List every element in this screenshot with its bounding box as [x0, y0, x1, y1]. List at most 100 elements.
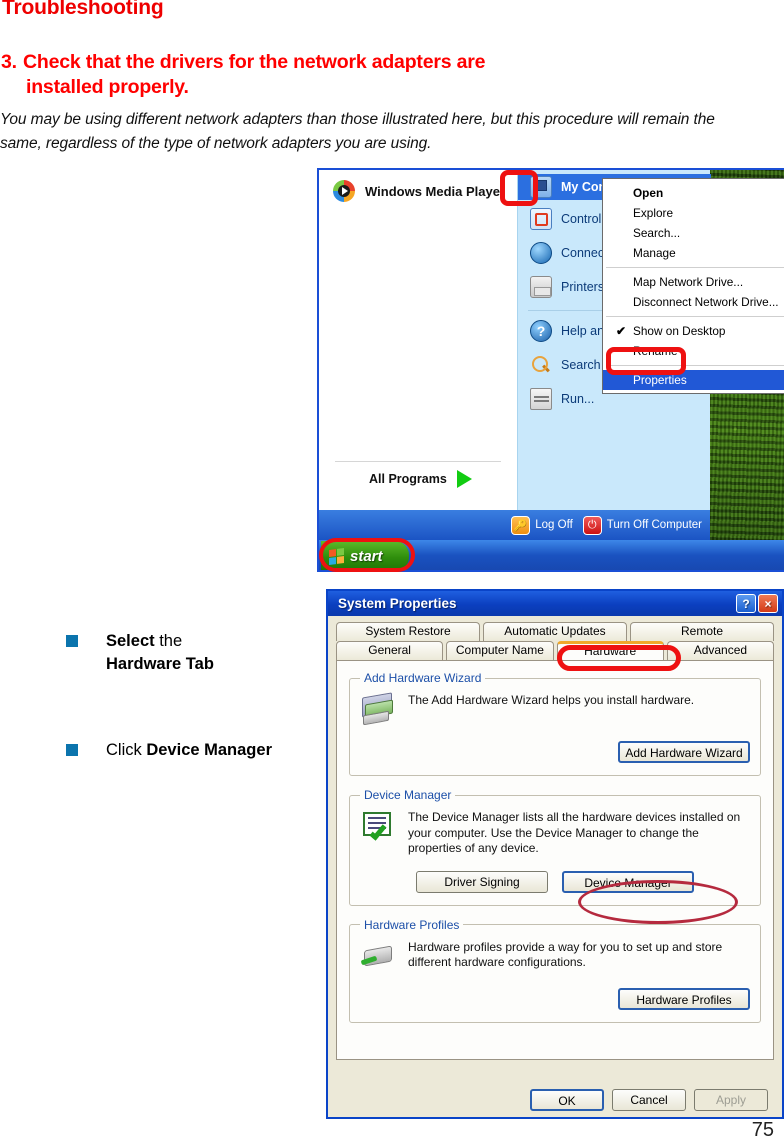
group-legend-device-manager: Device Manager [364, 788, 452, 802]
start-menu-item-search[interactable]: Search [530, 354, 601, 376]
group-legend-add-hardware-wizard: Add Hardware Wizard [364, 671, 482, 685]
chevron-right-icon [456, 470, 472, 488]
context-menu-item-rename[interactable]: Rename [603, 341, 784, 361]
step-title-line2: installed properly. [26, 76, 189, 98]
all-programs-label: All Programs [369, 472, 447, 486]
group-content: The Device Manager lists all the hardwar… [360, 810, 750, 857]
instruction-text-2: Click Device Manager [106, 739, 311, 762]
tab-advanced[interactable]: Advanced [666, 641, 774, 660]
tab-general[interactable]: General [336, 641, 444, 660]
divider [606, 267, 784, 268]
instruction-text-1: Select the Hardware Tab [106, 630, 311, 676]
context-menu-item-manage[interactable]: Manage [603, 243, 784, 263]
hardware-profiles-button[interactable]: Hardware Profiles [618, 987, 750, 1010]
instruction-2-target: Device Manager [146, 741, 272, 759]
my-computer-icon [530, 176, 552, 198]
apply-button: Apply [694, 1089, 768, 1111]
list-item: Select the Hardware Tab [66, 630, 311, 676]
log-off-button[interactable]: 🔑 Log Off [511, 515, 573, 535]
power-icon: ⏻ [582, 515, 602, 535]
start-menu-item-run[interactable]: Run... [530, 388, 594, 410]
divider [335, 461, 501, 462]
window-title-bar: System Properties ? × [328, 591, 782, 616]
tab-system-restore[interactable]: System Restore [336, 622, 480, 641]
instruction-1-keyword: Select [106, 632, 155, 650]
step-title-line1: Check that the drivers for the network a… [23, 51, 486, 73]
divider [606, 316, 784, 317]
add-hardware-icon [360, 692, 398, 727]
group-text-device-manager: The Device Manager lists all the hardwar… [408, 810, 741, 855]
group-add-hardware-wizard: Add Hardware Wizard The Add Hardware Wiz… [349, 671, 761, 776]
run-icon [530, 388, 552, 410]
context-menu-item-disconnect-network-drive[interactable]: Disconnect Network Drive... [603, 292, 784, 312]
checkmark-icon: ✔ [616, 324, 626, 338]
tab-remote[interactable]: Remote [630, 622, 774, 641]
start-menu-screenshot: Windows Media Player All Programs My Com… [317, 168, 784, 572]
page-number: 75 [751, 1119, 774, 1141]
windows-media-player-label: Windows Media Player [365, 183, 506, 199]
windows-flag-icon [329, 547, 344, 565]
tab-strip-row-1: System Restore Automatic Updates Remote [334, 622, 776, 641]
dialog-body: System Restore Automatic Updates Remote … [328, 616, 782, 1060]
start-button[interactable]: start [321, 541, 409, 570]
step-number: 3. [1, 51, 17, 73]
bullet-square-icon [66, 744, 78, 756]
all-programs-button[interactable]: All Programs [369, 470, 472, 488]
device-manager-button[interactable]: Device Manager [562, 870, 694, 893]
context-menu-item-show-on-desktop[interactable]: ✔ Show on Desktop [603, 321, 784, 341]
start-menu-footer: 🔑 Log Off ⏻ Turn Off Computer [319, 510, 710, 540]
cancel-button[interactable]: Cancel [612, 1089, 686, 1111]
ok-button[interactable]: OK [530, 1089, 604, 1111]
tab-computer-name[interactable]: Computer Name [446, 641, 554, 660]
instruction-1-target: Hardware Tab [106, 655, 214, 673]
divider [606, 365, 784, 366]
list-item: Click Device Manager [66, 739, 311, 762]
instruction-1-middle: the [154, 632, 183, 650]
printers-icon [530, 276, 552, 298]
tab-automatic-updates[interactable]: Automatic Updates [483, 622, 627, 641]
context-menu-item-search[interactable]: Search... [603, 223, 784, 243]
context-menu-item-explore[interactable]: Explore [603, 203, 784, 223]
turn-off-computer-button[interactable]: ⏻ Turn Off Computer [582, 515, 702, 535]
connect-to-icon [530, 242, 552, 264]
windows-media-player-icon [333, 180, 355, 202]
bullet-square-icon [66, 635, 78, 647]
turn-off-label: Turn Off Computer [606, 519, 702, 531]
group-buttons: Add Hardware Wizard [360, 741, 750, 763]
group-content: The Add Hardware Wizard helps you instal… [360, 692, 750, 727]
group-buttons: Hardware Profiles [360, 987, 750, 1010]
log-off-label: Log Off [535, 519, 573, 531]
start-menu-left-column: Windows Media Player All Programs [319, 170, 517, 510]
search-icon [530, 354, 552, 376]
instruction-list: Select the Hardware Tab Click Device Man… [66, 630, 311, 762]
intro-paragraph: You may be using different network adapt… [0, 111, 715, 152]
my-computer-context-menu: Open Explore Search... Manage Map Networ… [602, 178, 784, 394]
add-hardware-wizard-button[interactable]: Add Hardware Wizard [618, 741, 750, 763]
context-menu-item-properties[interactable]: Properties [603, 370, 784, 390]
show-on-desktop-label: Show on Desktop [633, 324, 726, 338]
page-title: Troubleshooting [2, 0, 164, 19]
hardware-profiles-icon [360, 940, 398, 974]
start-menu-panel: Windows Media Player All Programs My Com… [319, 170, 784, 540]
group-text-hardware-profiles: Hardware profiles provide a way for you … [408, 939, 723, 970]
close-icon[interactable]: × [758, 594, 778, 613]
context-menu-item-open[interactable]: Open [603, 183, 784, 203]
dialog-footer: OK Cancel Apply [328, 1089, 782, 1111]
window-title: System Properties [338, 596, 457, 611]
hardware-tab-panel: Add Hardware Wizard The Add Hardware Wiz… [336, 660, 774, 1060]
start-button-label: start [350, 547, 383, 565]
context-menu-item-map-network-drive[interactable]: Map Network Drive... [603, 272, 784, 292]
run-label: Run... [561, 392, 595, 406]
device-manager-icon [360, 810, 398, 844]
help-button[interactable]: ? [736, 594, 756, 613]
group-content: Hardware profiles provide a way for you … [360, 940, 750, 974]
tab-hardware[interactable]: Hardware [556, 641, 664, 660]
group-device-manager: Device Manager The Device Manager lists … [349, 788, 761, 906]
tab-strip-row-2: General Computer Name Hardware Advanced [334, 641, 776, 660]
group-legend-hardware-profiles: Hardware Profiles [364, 917, 460, 932]
key-icon: 🔑 [511, 515, 531, 535]
instruction-2-lead: Click [106, 741, 147, 759]
start-menu-item-windows-media-player[interactable]: Windows Media Player [333, 180, 505, 202]
system-properties-screenshot: System Properties ? × System Restore Aut… [326, 589, 784, 1119]
driver-signing-button[interactable]: Driver Signing [416, 870, 548, 893]
